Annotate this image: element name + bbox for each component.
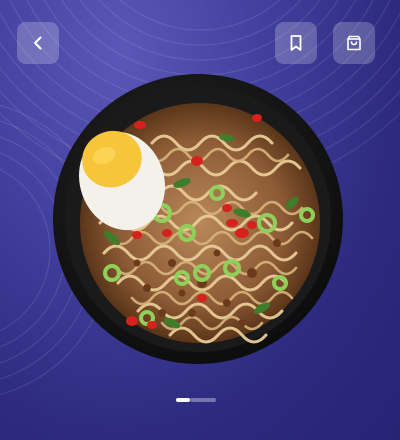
- bookmark-icon: [290, 35, 302, 51]
- back-button[interactable]: [17, 22, 59, 64]
- page-indicator-active: [176, 398, 190, 402]
- page-indicator: [176, 398, 216, 402]
- ramen-bowl-image: [53, 74, 343, 364]
- chevron-left-icon: [34, 36, 42, 50]
- bookmark-button[interactable]: [275, 22, 317, 64]
- shopping-bag-icon: [347, 35, 361, 51]
- cart-button[interactable]: [333, 22, 375, 64]
- page-indicator-track: [190, 398, 216, 402]
- food-detail-screen: [0, 0, 400, 440]
